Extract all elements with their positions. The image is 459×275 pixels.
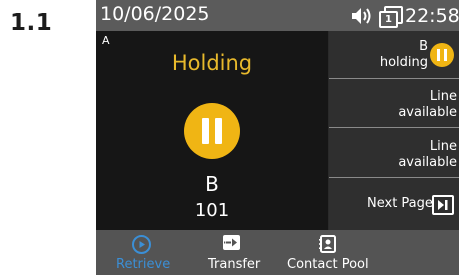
transfer-softkey[interactable]: Transfer	[202, 230, 272, 275]
next-page-label: Next Page	[367, 196, 433, 211]
caller-number: 101	[194, 200, 230, 221]
contact-pool-softkey[interactable]: Contact Pool	[286, 230, 376, 275]
pause-icon	[430, 43, 454, 67]
status-time: 22:58	[405, 5, 459, 27]
next-page-button[interactable]: Next Page	[329, 180, 459, 230]
status-date: 10/06/2025	[100, 3, 210, 25]
phone-screen: 10/06/2025 1 22:58 A Holding B 101 B hol…	[96, 0, 459, 275]
status-indicators: 1 22:58	[350, 3, 459, 29]
screenshot-canvas: 1.1 10/06/2025 1 22:58 A Holding B 101 B…	[0, 0, 459, 275]
address-book-icon	[319, 235, 337, 253]
line-key-available-2[interactable]: Line available	[329, 130, 459, 178]
step-label: 1.1	[10, 10, 53, 36]
status-bar: 10/06/2025 1 22:58	[96, 0, 459, 31]
line-key-available-1[interactable]: Line available	[329, 80, 459, 128]
call-state: Holding	[171, 51, 253, 75]
transfer-arrow-icon	[223, 235, 240, 250]
speaker-volume-icon	[350, 6, 374, 26]
contact-pool-label: Contact Pool	[287, 257, 369, 272]
caller-name: B	[205, 172, 219, 196]
retrieve-label: Retrieve	[116, 257, 171, 272]
softkey-bar: Retrieve Transfer Contact Pool	[96, 230, 459, 275]
line-key-b-holding[interactable]: B holding	[329, 31, 459, 79]
play-circle-icon	[132, 235, 151, 254]
line-key-label: Line available	[398, 139, 457, 170]
retrieve-softkey[interactable]: Retrieve	[110, 230, 170, 275]
transfer-label: Transfer	[208, 257, 261, 272]
pause-icon	[184, 103, 240, 159]
line-count-icon: 1	[379, 6, 403, 28]
line-count-number: 1	[379, 11, 398, 28]
line-key-list: B holding Line available Line available	[329, 31, 459, 230]
line-key-label: Line available	[398, 89, 457, 120]
line-key-label: B holding	[379, 39, 428, 70]
call-pane: A Holding B 101	[96, 31, 328, 230]
next-page-icon	[432, 195, 454, 215]
call-line-id: A	[102, 34, 110, 47]
